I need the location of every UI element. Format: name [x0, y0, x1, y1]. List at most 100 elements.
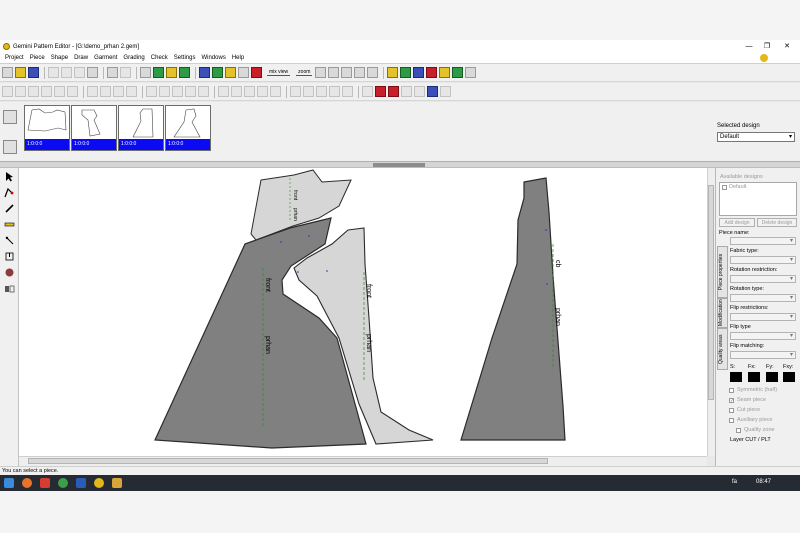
select-arrow-icon[interactable] — [140, 67, 151, 78]
flip-matching-select[interactable] — [730, 351, 796, 359]
tab-modification[interactable]: Modification — [717, 298, 728, 328]
undo-icon[interactable] — [107, 67, 118, 78]
horizontal-scroll-thumb[interactable] — [28, 458, 548, 464]
s-color-swatch[interactable] — [730, 372, 742, 382]
fx-color-swatch[interactable] — [748, 372, 760, 382]
delete-point-icon[interactable] — [375, 86, 386, 97]
point-icon[interactable] — [166, 67, 177, 78]
symmetric-checkbox[interactable] — [729, 388, 734, 393]
print-icon[interactable] — [87, 67, 98, 78]
help-icon[interactable] — [465, 67, 477, 78]
fy-color-swatch[interactable] — [766, 372, 778, 382]
preview-icon[interactable] — [452, 67, 464, 78]
mirror-icon[interactable] — [4, 283, 15, 294]
tool-icon[interactable] — [126, 86, 137, 97]
tab-quality-areas[interactable]: Quality areas — [717, 328, 728, 370]
menu-piece[interactable]: Piece — [27, 55, 48, 61]
menu-garment[interactable]: Garment — [91, 55, 120, 61]
tab-piece-properties[interactable]: Piece properties — [717, 246, 728, 298]
rotation-restriction-select[interactable] — [730, 275, 796, 283]
tool-icon[interactable] — [401, 86, 412, 97]
maximize-button[interactable]: ❐ — [756, 40, 778, 53]
table-icon[interactable] — [199, 67, 210, 78]
arrow-pointer-icon[interactable] — [4, 171, 15, 182]
rotate-icon[interactable] — [251, 67, 262, 78]
piece-thumbnail[interactable]: 1:0:0:0 — [24, 105, 70, 151]
grain-line-icon[interactable] — [4, 267, 15, 278]
measure-icon[interactable] — [179, 67, 190, 78]
chrome-icon[interactable] — [58, 478, 68, 488]
copy-icon[interactable] — [61, 67, 72, 78]
tool-icon[interactable] — [87, 86, 98, 97]
tool-icon[interactable] — [185, 86, 196, 97]
zoom-control[interactable]: zoom — [296, 69, 313, 76]
input-language[interactable]: fa — [732, 479, 737, 485]
tool-icon[interactable] — [113, 86, 124, 97]
tool-icon[interactable] — [270, 86, 281, 97]
tool-icon[interactable] — [362, 86, 373, 97]
auxiliary-piece-checkbox[interactable] — [729, 418, 734, 423]
save-icon[interactable] — [28, 67, 39, 78]
grade-icon[interactable] — [153, 67, 164, 78]
menu-grading[interactable]: Grading — [120, 55, 147, 61]
tool-icon[interactable] — [244, 86, 255, 97]
seam-piece-checkbox[interactable]: ✓ — [729, 398, 734, 404]
nest-icon[interactable] — [400, 67, 412, 78]
tool-icon[interactable] — [440, 86, 451, 97]
notch-icon[interactable] — [4, 251, 15, 262]
splitter-grip[interactable] — [373, 163, 425, 167]
tool-icon[interactable] — [342, 86, 353, 97]
zoom-in-icon[interactable] — [328, 67, 340, 78]
tool-icon[interactable] — [15, 86, 26, 97]
clock[interactable]: 08:47 — [756, 479, 771, 485]
tool-icon[interactable] — [159, 86, 170, 97]
menu-windows[interactable]: Windows — [198, 55, 228, 61]
tool-icon[interactable] — [172, 86, 183, 97]
ruler-icon[interactable] — [4, 219, 15, 230]
zoom-fit-icon[interactable] — [315, 67, 327, 78]
piece-thumbnail[interactable]: 1:0:0:0 — [71, 105, 117, 151]
select-thumbnail-tool[interactable] — [3, 110, 17, 124]
layers-icon[interactable] — [212, 67, 223, 78]
tool-icon[interactable] — [303, 86, 314, 97]
fxy-color-swatch[interactable] — [783, 372, 795, 382]
thumbnail-zoom-tool[interactable] — [3, 140, 17, 154]
piece-thumbnail[interactable]: 1:0:0:0 — [118, 105, 164, 151]
new-file-icon[interactable] — [2, 67, 13, 78]
tool-icon[interactable] — [100, 86, 111, 97]
cut-icon[interactable] — [48, 67, 59, 78]
tool-icon[interactable] — [28, 86, 39, 97]
delete-design-button[interactable]: Delete design — [757, 218, 797, 227]
zoom-out-icon[interactable] — [341, 67, 353, 78]
file-explorer-icon[interactable] — [112, 478, 122, 488]
report-icon[interactable] — [439, 67, 451, 78]
flip-type-select[interactable] — [730, 332, 796, 340]
cut-line-icon[interactable] — [4, 235, 15, 246]
tool-icon[interactable] — [54, 86, 65, 97]
tool-icon[interactable] — [231, 86, 242, 97]
default-design-checkbox[interactable] — [722, 185, 727, 190]
selected-design-select[interactable]: Default ▾ — [717, 132, 795, 142]
close-button[interactable]: ✕ — [776, 40, 798, 53]
quality-zone-checkbox[interactable] — [736, 428, 741, 433]
folder-icon[interactable] — [225, 67, 236, 78]
paste-icon[interactable] — [74, 67, 85, 78]
point-edit-icon[interactable] — [4, 187, 15, 198]
add-design-button[interactable]: Add design — [719, 218, 755, 227]
tool-icon[interactable] — [198, 86, 209, 97]
redo-icon[interactable] — [120, 67, 131, 78]
tool-icon[interactable] — [257, 86, 268, 97]
open-folder-icon[interactable] — [15, 67, 26, 78]
cut-piece-checkbox[interactable] — [729, 408, 734, 413]
tool-icon[interactable] — [414, 86, 425, 97]
tool-icon[interactable] — [329, 86, 340, 97]
tool-icon[interactable] — [218, 86, 229, 97]
firefox-icon[interactable] — [22, 478, 32, 488]
rotation-type-select[interactable] — [730, 294, 796, 302]
menu-shape[interactable]: Shape — [48, 55, 71, 61]
menu-help[interactable]: Help — [229, 55, 247, 61]
plot-icon[interactable] — [413, 67, 425, 78]
zoom-all-icon[interactable] — [367, 67, 379, 78]
export-icon[interactable] — [238, 67, 249, 78]
piece-thumbnail[interactable]: 1:0:0:0 — [165, 105, 211, 151]
